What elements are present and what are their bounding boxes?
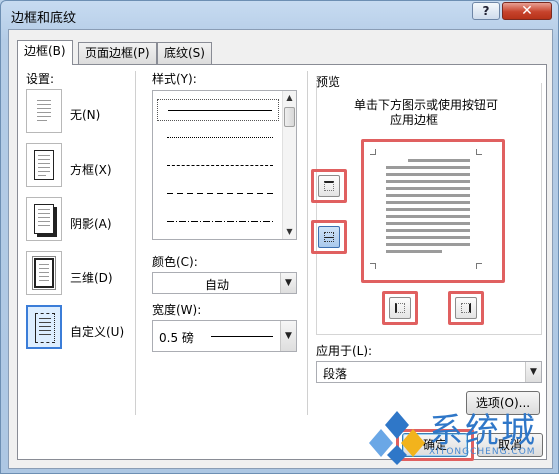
corner-mark-icon (370, 263, 376, 269)
inside-horizontal-border-button[interactable] (318, 226, 340, 248)
top-border-button[interactable] (318, 175, 340, 197)
apply-to-label: 应用于(L): (316, 344, 373, 358)
style-heading: 样式(Y): (152, 72, 197, 86)
close-button[interactable]: ✕ (502, 2, 552, 20)
tab-content-borders: 设置: 无(N) 方框(X) 阴影(A) 三维(D) 自定义(U) 样式(Y):… (17, 64, 547, 460)
window-title: 边框和底纹 (11, 11, 77, 26)
corner-mark-icon (370, 149, 376, 155)
width-value: 0.5 磅 (159, 331, 194, 345)
chevron-down-icon[interactable]: ▼ (280, 273, 296, 293)
right-border-button[interactable] (455, 297, 477, 319)
setting-3d-icon[interactable] (26, 251, 62, 295)
watermark-logo-icon (369, 411, 425, 465)
scroll-thumb[interactable] (284, 107, 295, 127)
color-value: 自动 (205, 278, 230, 292)
preview-instruction-line2: 应用边框 (390, 113, 439, 127)
width-sample-line (211, 336, 273, 337)
width-select[interactable]: 0.5 磅 ▼ (152, 320, 297, 352)
settings-heading: 设置: (26, 72, 55, 86)
line-style-dashed[interactable] (157, 155, 279, 177)
watermark-text: 系统城 (429, 411, 537, 451)
scroll-up-icon[interactable]: ▲ (283, 91, 296, 105)
title-bar[interactable]: 边框和底纹 ? ✕ (1, 1, 558, 29)
style-list-scrollbar[interactable]: ▲ ▼ (282, 91, 296, 239)
tab-shading[interactable]: 底纹(S) (157, 42, 212, 64)
setting-box-label[interactable]: 方框(X) (70, 161, 112, 178)
line-style-dotted[interactable] (157, 127, 279, 149)
color-select[interactable]: 自动 ▼ (152, 272, 297, 294)
divider (307, 71, 308, 415)
setting-3d-label[interactable]: 三维(D) (70, 269, 113, 286)
setting-none-icon[interactable] (26, 89, 62, 133)
line-style-dash-dot[interactable] (157, 211, 279, 233)
scroll-down-icon[interactable]: ▼ (283, 225, 296, 239)
corner-mark-icon (476, 263, 482, 269)
apply-to-select[interactable]: 段落 ▼ (316, 361, 542, 383)
preview-page[interactable] (370, 149, 482, 269)
borders-and-shading-dialog: 边框和底纹 ? ✕ 边框(B) 页面边框(P) 底纹(S) 设置: 无(N) 方… (0, 0, 559, 474)
setting-box-icon[interactable] (26, 143, 62, 187)
line-style-solid[interactable] (157, 99, 279, 121)
line-style-long-dashed[interactable] (157, 183, 279, 205)
setting-custom-icon[interactable] (26, 305, 62, 349)
left-border-button[interactable] (389, 297, 411, 319)
watermark: 系统城 XITONGCHENG.COM (369, 405, 559, 473)
apply-to-value: 段落 (323, 367, 348, 381)
watermark-subtext: XITONGCHENG.COM (429, 447, 536, 457)
line-style-list[interactable]: ▲ ▼ (152, 90, 297, 240)
chevron-down-icon[interactable]: ▼ (525, 362, 541, 382)
divider (135, 71, 136, 415)
tab-borders[interactable]: 边框(B) (17, 40, 73, 65)
tab-page-borders[interactable]: 页面边框(P) (78, 42, 157, 64)
chevron-down-icon[interactable]: ▼ (280, 321, 296, 351)
width-label: 宽度(W): (152, 303, 202, 317)
setting-shadow-icon[interactable] (26, 197, 62, 241)
color-label: 颜色(C): (152, 255, 198, 269)
setting-shadow-label[interactable]: 阴影(A) (70, 215, 112, 232)
setting-none-label[interactable]: 无(N) (70, 106, 100, 123)
setting-custom-label[interactable]: 自定义(U) (70, 323, 124, 340)
corner-mark-icon (476, 149, 482, 155)
help-button[interactable]: ? (472, 2, 500, 20)
